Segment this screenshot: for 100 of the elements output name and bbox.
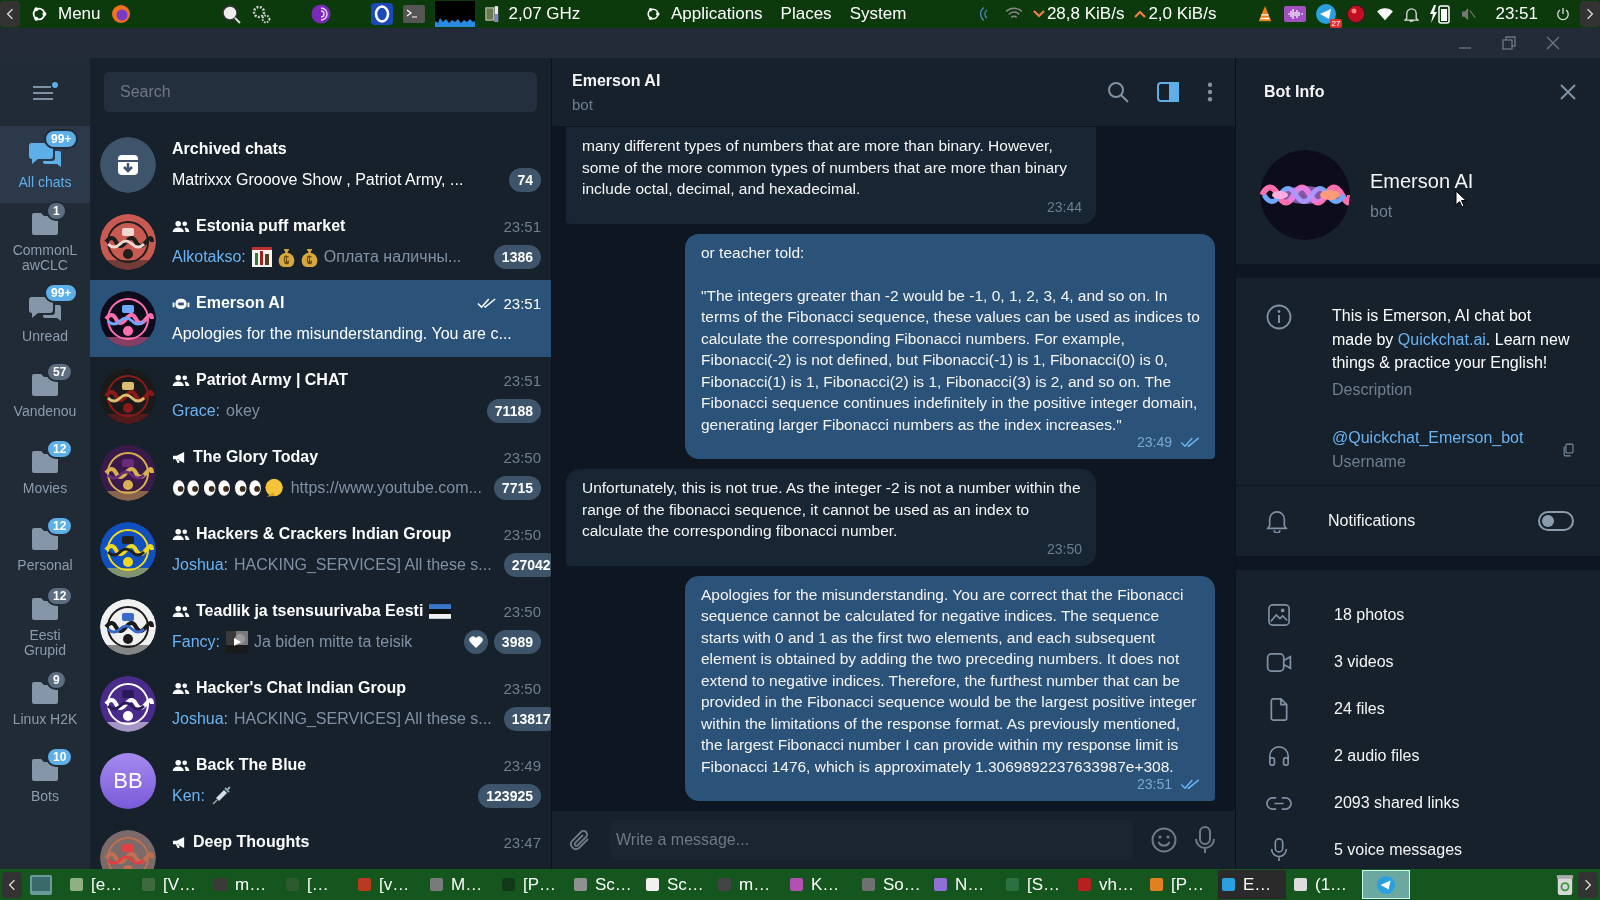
eyes-icon <box>172 478 201 498</box>
bell-icon[interactable] <box>1404 5 1420 23</box>
taskbar-item[interactable]: N… <box>930 870 998 899</box>
panel-menu[interactable]: Applications <box>670 4 763 24</box>
media-item[interactable]: 3 videos <box>1236 638 1600 686</box>
scroll-left-button[interactable] <box>0 1 20 27</box>
folder-tab[interactable]: 57 Vandenou <box>0 357 90 434</box>
chat-item[interactable]: Emerson AI 23:51 Apologies for the misunderstanding. You are c... <box>90 280 551 357</box>
notifications-toggle[interactable] <box>1538 510 1574 531</box>
folder-tab[interactable]: 12 Movies <box>0 434 90 511</box>
muted-speaker-icon[interactable] <box>1461 7 1478 21</box>
attach-icon[interactable] <box>568 828 592 852</box>
chat-item[interactable]: Archived chats Matrixxx Grooove Show , Patriot Army, ... 74 <box>90 126 551 203</box>
firefox-icon[interactable] <box>110 4 131 24</box>
search-field[interactable]: Search <box>104 72 537 112</box>
telegram-taskbar-button[interactable] <box>1362 870 1410 899</box>
chat-time: 23:51 <box>503 371 541 389</box>
microphone-icon[interactable] <box>1195 826 1215 854</box>
chat-time: 23:50 <box>503 679 541 697</box>
trash-icon[interactable] <box>1556 873 1574 896</box>
chat-name: The Glory Today <box>193 448 319 466</box>
username-link[interactable]: @Quickchat_Emerson_bot <box>1332 428 1524 447</box>
chevron-right-icon <box>1584 877 1592 892</box>
gears-icon[interactable] <box>250 4 271 24</box>
media-item[interactable]: 5 voice messages <box>1236 826 1600 869</box>
taskbar-item[interactable]: [P… <box>498 870 566 899</box>
show-desktop-icon[interactable] <box>30 874 52 895</box>
chat-item[interactable]: BB Back The Blue 23:49 Ken: 123925 <box>90 742 551 819</box>
taskbar-item[interactable]: [e… <box>66 870 134 899</box>
menu-icon[interactable] <box>32 82 58 102</box>
unread-badge: 99+ <box>44 283 79 303</box>
taskbar-item[interactable]: Sc… <box>642 870 710 899</box>
more-icon[interactable] <box>1207 82 1213 102</box>
taskbar-item[interactable]: [… <box>282 870 350 899</box>
folder-tab[interactable]: 10 Bots <box>0 742 90 819</box>
media-item[interactable]: 2093 shared links <box>1236 779 1600 827</box>
taskbar-item[interactable]: [S… <box>1002 870 1070 899</box>
media-item[interactable]: 18 photos <box>1236 591 1600 639</box>
restore-icon[interactable] <box>1502 36 1516 50</box>
chat-name: Patriot Army | CHAT <box>196 371 349 389</box>
close-icon[interactable] <box>1560 84 1576 100</box>
clock[interactable]: 23:51 <box>1495 4 1538 24</box>
panel-menu[interactable]: System <box>849 4 907 24</box>
record-icon[interactable] <box>1346 4 1367 24</box>
emoji-icon[interactable] <box>1151 827 1177 853</box>
field-label: Username <box>1332 452 1407 471</box>
taskbar-item[interactable]: [P… <box>1146 870 1214 899</box>
sender-name: Alkotakso: <box>172 248 246 266</box>
side-panel-icon[interactable] <box>1157 82 1179 102</box>
search-icon[interactable] <box>1107 81 1129 103</box>
chat-item[interactable]: Teadlik ja tsensuurivaba Eesti 23:50 Fancy: Ja biden mitte ta teisik 3989 <box>90 588 551 665</box>
ubuntu-logo-icon[interactable] <box>30 5 48 23</box>
chat-item[interactable]: Patriot Army | CHAT 23:51 Grace: okey 71188 <box>90 357 551 434</box>
message-input[interactable]: Write a message... <box>610 820 1133 860</box>
battery-icon[interactable] <box>1429 4 1452 24</box>
website-link[interactable]: Quickchat.ai <box>1397 330 1486 348</box>
scroll-right-button[interactable] <box>1580 1 1600 27</box>
taskbar-item[interactable]: E… <box>1218 870 1286 899</box>
chat-item[interactable]: Estonia puff market 23:51 Alkotakso: Оплата наличны... 1386 <box>90 203 551 280</box>
audio-wave-icon[interactable] <box>1284 6 1307 22</box>
panel-menu[interactable]: Places <box>780 4 832 24</box>
taskbar-item[interactable]: So… <box>858 870 926 899</box>
opera-icon[interactable] <box>370 3 393 25</box>
close-icon[interactable] <box>1546 36 1560 50</box>
unread-badge: 74 <box>509 168 541 192</box>
taskbar-item[interactable]: Sc… <box>570 870 638 899</box>
scroll-right-button[interactable] <box>1578 871 1598 898</box>
bot-description: This is Emerson, AI chat bot made by Quickchat.ai. Learn new things & practice your English! <box>1332 306 1571 373</box>
unread-badge: 57 <box>46 362 74 382</box>
scroll-left-button[interactable] <box>2 871 22 898</box>
taskbar-item[interactable]: [V… <box>138 870 206 899</box>
taskbar-item[interactable]: m… <box>714 870 782 899</box>
power-icon[interactable] <box>1556 7 1570 21</box>
wifi-icon[interactable] <box>1376 7 1395 21</box>
taskbar-item[interactable]: vh… <box>1074 870 1142 899</box>
people-icon <box>172 604 190 618</box>
folder-tab[interactable]: 1 CommonL awCLC <box>0 203 90 280</box>
folder-tab[interactable]: 99+ All chats <box>0 126 90 203</box>
tor-browser-icon[interactable] <box>310 4 331 24</box>
terminal-icon[interactable] <box>402 5 425 23</box>
media-item[interactable]: 2 audio files <box>1236 732 1600 780</box>
chat-item[interactable]: The Glory Today 23:50 https://www.youtube.com... 7715 <box>90 434 551 511</box>
chat-item[interactable]: Hacker's Chat Indian Group 23:50 Joshua: HACKING_SERVICES] All these s... 13817 <box>90 665 551 742</box>
taskbar-item[interactable]: M… <box>426 870 494 899</box>
search-icon[interactable] <box>220 4 241 24</box>
megaphone-icon <box>172 450 187 464</box>
folder-tab[interactable]: 9 Linux H2K <box>0 665 90 742</box>
taskbar-item[interactable]: [v… <box>354 870 422 899</box>
taskbar-item[interactable]: K… <box>786 870 854 899</box>
menu-button[interactable]: Menu <box>58 4 101 24</box>
taskbar-item[interactable]: (1… <box>1290 870 1358 899</box>
media-item[interactable]: 24 files <box>1236 685 1600 733</box>
taskbar-item[interactable]: m… <box>210 870 278 899</box>
syringe-icon <box>210 786 231 806</box>
chat-time: 23:47 <box>503 833 541 851</box>
folder-tab[interactable]: 12 Eesti Grupid <box>0 588 90 665</box>
folder-tab[interactable]: 12 Personal <box>0 511 90 588</box>
folder-tab[interactable]: 99+ Unread <box>0 280 90 357</box>
ubuntu-logo-icon[interactable] <box>644 6 661 22</box>
chat-item[interactable]: Hackers & Crackers Indian Group 23:50 Joshua: HACKING_SERVICES] All these s... 27042 <box>90 511 551 588</box>
